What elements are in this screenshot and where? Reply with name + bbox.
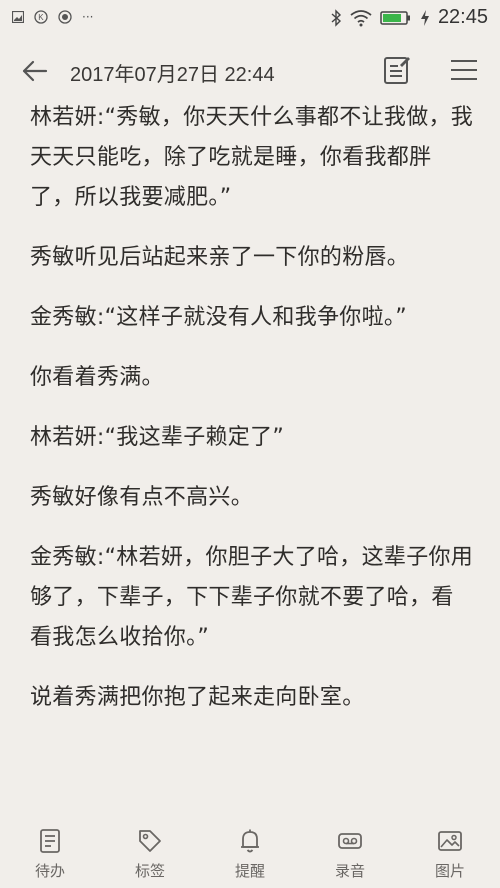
menu-button[interactable] bbox=[448, 56, 480, 84]
bell-icon bbox=[241, 829, 259, 853]
record-notification-icon bbox=[58, 10, 72, 24]
back-button[interactable] bbox=[20, 56, 50, 86]
k-app-notification-icon: K bbox=[34, 10, 48, 24]
note-body[interactable]: 林若妍:“秀敏，你天天什么事都不让我做，我天天只能吃，除了吃就是睡，你看我都胖了… bbox=[30, 98, 475, 738]
tag-label: 标签 bbox=[134, 862, 165, 880]
reminder-button[interactable]: 提醒 bbox=[200, 818, 300, 888]
note-paragraph: 金秀敏:“林若妍，你胆子大了哈，这辈子你用够了，下辈子，下下辈子你就不要了哈，看… bbox=[30, 545, 474, 650]
more-notifications-dots: ··· bbox=[82, 10, 94, 24]
note-paragraph: 说着秀满把你抱了起来走向卧室。 bbox=[30, 685, 365, 710]
status-time: 22:45 bbox=[437, 6, 488, 28]
reminder-label: 提醒 bbox=[234, 862, 265, 880]
bottom-toolbar: 待办 标签 提醒 录音 图片 bbox=[0, 818, 500, 888]
image-label: 图片 bbox=[434, 862, 465, 880]
image-button[interactable]: 图片 bbox=[400, 818, 500, 888]
status-bar: K ··· 22:45 bbox=[0, 0, 500, 36]
note-header: 2017年07月27日 22:44 bbox=[0, 44, 500, 96]
wifi-icon bbox=[350, 9, 372, 26]
hamburger-menu-icon bbox=[451, 60, 477, 80]
todo-button[interactable]: 待办 bbox=[0, 818, 100, 888]
record-button[interactable]: 录音 bbox=[300, 818, 400, 888]
note-paragraph: 林若妍:“我这辈子赖定了” bbox=[30, 425, 285, 450]
tag-icon bbox=[139, 830, 161, 852]
note-paragraph: 秀敏听见后站起来亲了一下你的粉唇。 bbox=[30, 245, 410, 270]
recorder-icon bbox=[338, 833, 362, 849]
charging-icon bbox=[420, 9, 429, 26]
edit-note-icon bbox=[384, 57, 410, 84]
note-timestamp-title: 2017年07月27日 22:44 bbox=[70, 64, 275, 86]
record-label: 录音 bbox=[334, 862, 365, 880]
note-paragraph: 金秀敏:“这样子就没有人和我争你啦。” bbox=[30, 305, 407, 330]
status-right-icons: 22:45 bbox=[330, 6, 488, 29]
todo-label: 待办 bbox=[34, 862, 65, 880]
bluetooth-icon bbox=[331, 8, 341, 27]
todo-icon bbox=[40, 829, 60, 853]
note-paragraph: 你看着秀满。 bbox=[30, 365, 164, 390]
status-left-icons: K ··· bbox=[12, 10, 93, 24]
back-arrow-icon bbox=[22, 60, 48, 82]
battery-icon bbox=[380, 10, 410, 25]
image-icon bbox=[438, 831, 462, 851]
gallery-notification-icon bbox=[12, 11, 24, 23]
note-paragraph: 林若妍:“秀敏，你天天什么事都不让我做，我天天只能吃，除了吃就是睡，你看我都胖了… bbox=[30, 105, 474, 210]
svg-text:K: K bbox=[38, 13, 44, 22]
edit-note-button[interactable] bbox=[382, 54, 412, 86]
tag-button[interactable]: 标签 bbox=[100, 818, 200, 888]
note-paragraph: 秀敏好像有点不高兴。 bbox=[30, 485, 254, 510]
